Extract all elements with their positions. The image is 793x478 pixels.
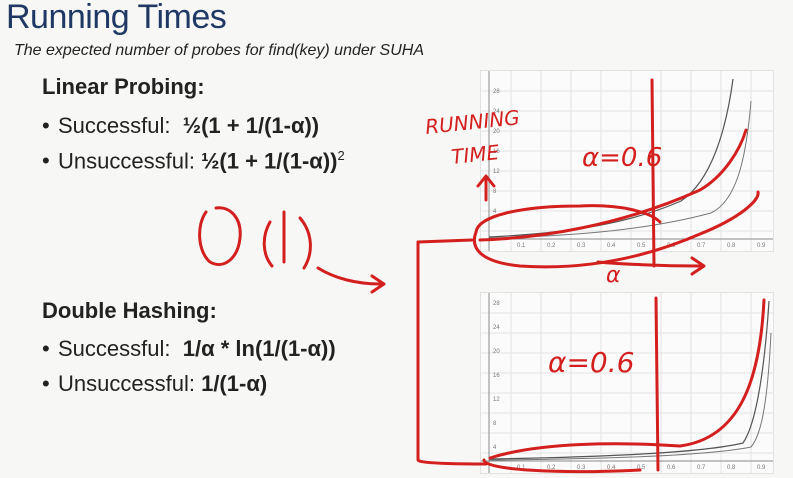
linear-ellipse-top <box>474 204 662 234</box>
big-o-left-paren <box>262 220 274 268</box>
alpha-axis-label: α <box>606 263 621 288</box>
slide: Running Times The expected number of pro… <box>0 0 793 476</box>
double-ellipse <box>482 458 642 474</box>
running-time-line1: RUNNING <box>424 105 521 139</box>
big-o-letter <box>198 206 242 266</box>
big-o-right-paren <box>298 216 312 270</box>
alpha-top-label: α=0.6 <box>582 143 662 173</box>
linear-ellipse <box>473 190 760 269</box>
handwritten-annotations: RUNNING TIME α=0.6 α α=0.6 <box>198 78 766 474</box>
alpha-bottom-label: α=0.6 <box>548 346 634 379</box>
running-time-line2: TIME <box>450 140 501 169</box>
connector-top <box>416 238 474 244</box>
double-curve-trace <box>488 298 766 460</box>
linear-alpha-line <box>650 78 656 268</box>
connector-bracket <box>416 240 488 466</box>
